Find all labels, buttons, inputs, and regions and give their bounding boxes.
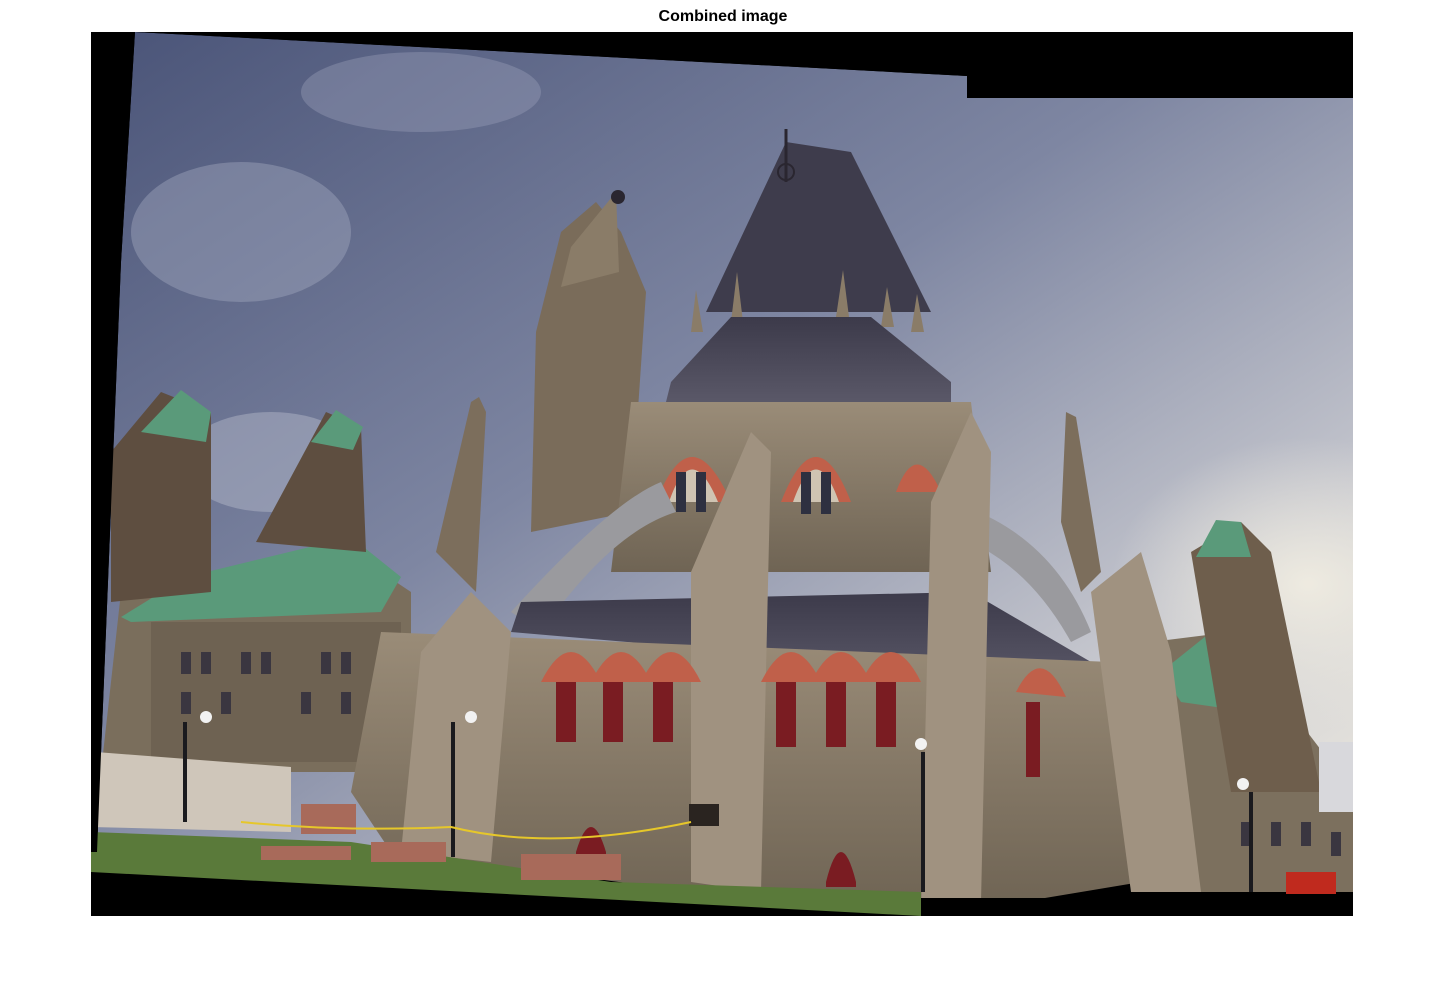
figure-title: Combined image [658,8,788,25]
stitched-panorama-image [91,32,1353,916]
figure-window: Combined image [0,0,1446,998]
image-axes [91,32,1353,916]
